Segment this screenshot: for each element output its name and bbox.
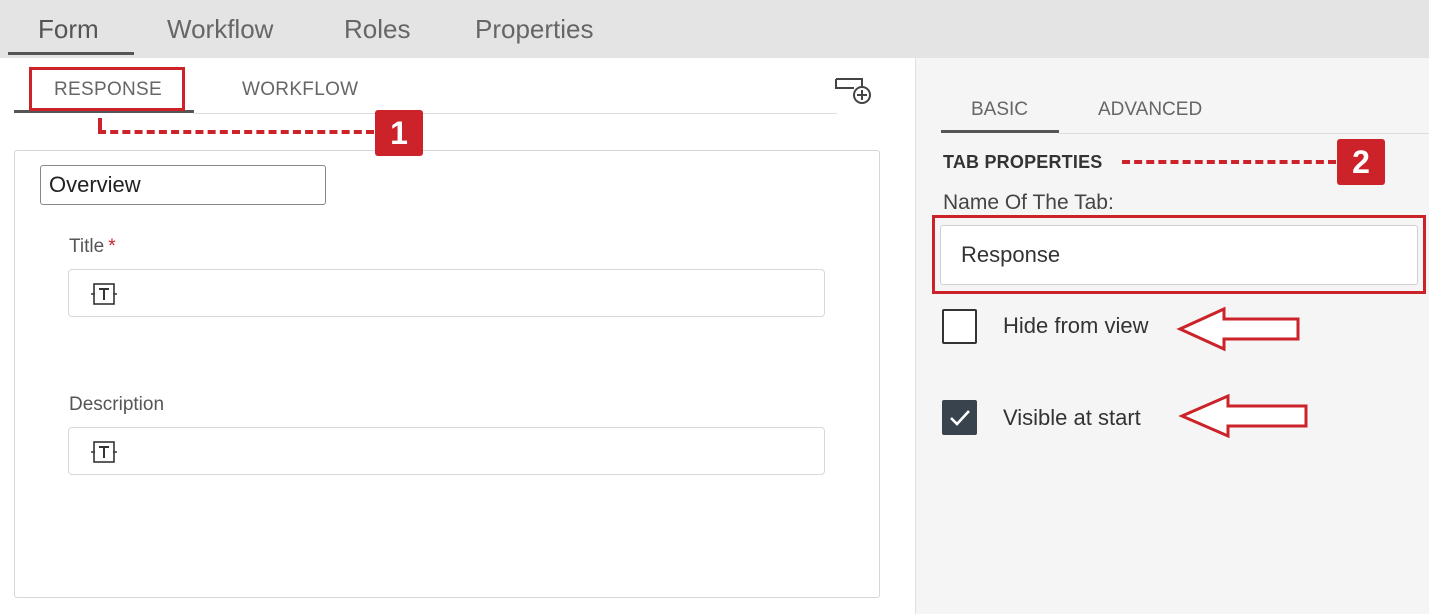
title-field-label: Title *	[69, 236, 116, 258]
form-card	[14, 150, 880, 598]
left-arrow-icon	[1178, 393, 1308, 439]
top-tab-bar: Form Workflow Roles Properties	[0, 0, 1429, 58]
properties-tab-divider	[1059, 133, 1429, 134]
description-field-label: Description	[69, 394, 165, 415]
tab-properties[interactable]: Properties	[475, 14, 594, 56]
callout-1-connector	[98, 130, 374, 134]
callout-2-badge: 2	[1337, 139, 1385, 185]
properties-tab-basic[interactable]: BASIC	[971, 99, 1028, 121]
tab-name-input[interactable]: Overview	[40, 165, 326, 205]
title-label-text: Title	[69, 236, 105, 257]
text-field-icon	[89, 282, 119, 306]
properties-tab-active-indicator	[941, 130, 1059, 133]
visible-at-start-checkbox[interactable]	[942, 400, 977, 435]
text-field-icon	[89, 440, 119, 464]
tab-properties-heading: TAB PROPERTIES	[943, 152, 1103, 172]
tab-name-label: Name Of The Tab:	[943, 191, 1114, 214]
visible-at-start-label: Visible at start	[1003, 405, 1141, 430]
form-tab-workflow[interactable]: WORKFLOW	[242, 79, 358, 101]
app-root: Form Workflow Roles Properties RESPONSE …	[0, 0, 1429, 614]
hide-from-view-label: Hide from view	[1003, 313, 1149, 338]
callout-2-connector	[1122, 160, 1336, 164]
add-tab-icon[interactable]	[834, 76, 874, 106]
required-marker: *	[108, 236, 116, 257]
active-tab-indicator	[8, 52, 134, 55]
tab-workflow[interactable]: Workflow	[167, 14, 273, 56]
tab-roles[interactable]: Roles	[344, 14, 410, 56]
checkmark-icon	[950, 410, 970, 426]
left-arrow-icon	[1176, 306, 1300, 352]
response-tab-highlight	[29, 67, 185, 111]
hide-from-view-checkbox[interactable]	[942, 309, 977, 344]
form-tab-divider	[194, 113, 837, 114]
name-field-highlight	[932, 215, 1426, 294]
title-field[interactable]	[68, 269, 825, 317]
tab-form[interactable]: Form	[38, 14, 99, 56]
description-field[interactable]	[68, 427, 825, 475]
callout-1-badge: 1	[375, 110, 423, 156]
properties-tab-advanced[interactable]: ADVANCED	[1098, 99, 1202, 121]
